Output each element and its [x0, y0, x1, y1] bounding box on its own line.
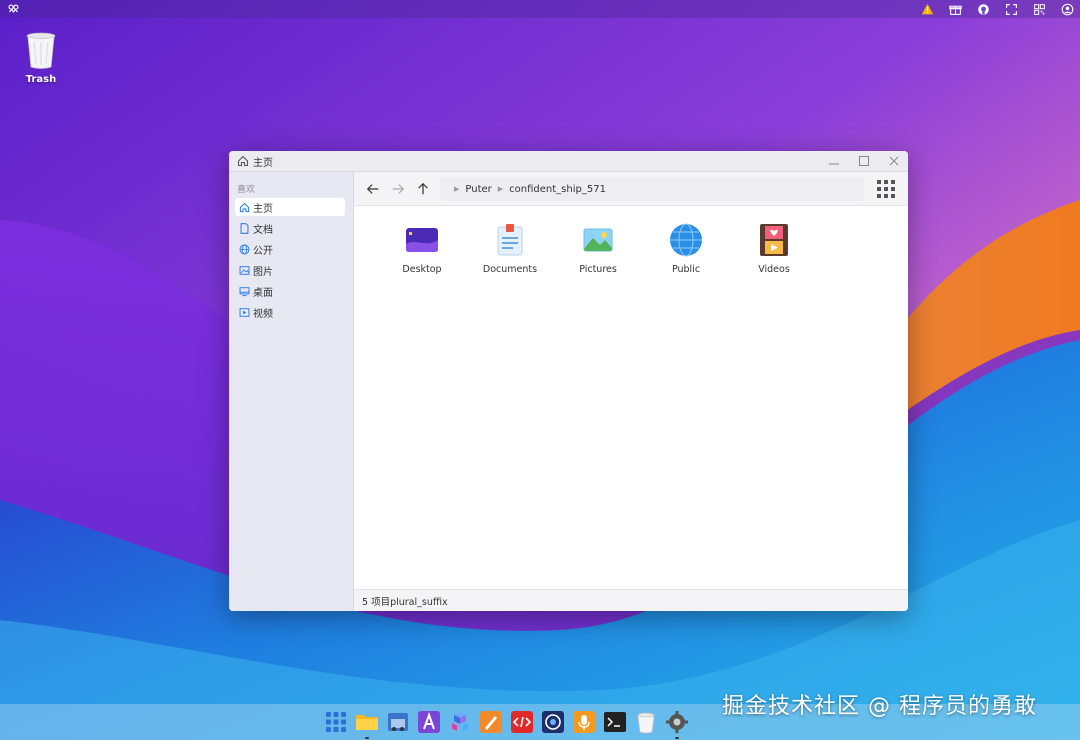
back-button[interactable] [362, 178, 384, 200]
folder-item-desktop[interactable]: Desktop [378, 222, 466, 275]
view-toggle-button[interactable] [876, 179, 896, 199]
sidebar-section-favorites: 喜欢 [237, 185, 256, 195]
watermark-text: 掘金技术社区 @ 程序员的勇敢 [722, 694, 1037, 719]
breadcrumb-separator-icon: ▶ [497, 185, 504, 193]
window-title: 主页 [253, 157, 273, 169]
dock-paint-app[interactable] [479, 710, 503, 734]
arrow-left-icon [366, 183, 379, 194]
sidebar-item-videos[interactable]: 视频 [235, 303, 345, 321]
item-count-label: 5 项目plural_suffix [362, 596, 448, 608]
folder-name: Documents [482, 264, 538, 275]
folder-item-public[interactable]: Public [642, 222, 730, 275]
arrow-up-icon [418, 182, 428, 194]
public-folder-icon [670, 223, 702, 257]
sidebar-item-public[interactable]: 公开 [235, 240, 345, 258]
letter-a-icon [418, 711, 440, 733]
github-icon[interactable] [976, 2, 990, 16]
folder-item-documents[interactable]: Documents [466, 222, 554, 275]
qrcode-icon[interactable] [1032, 2, 1046, 16]
dock-blocks-app[interactable] [448, 710, 472, 734]
close-button[interactable] [886, 154, 902, 168]
dock-trash[interactable] [634, 710, 658, 734]
terminal-icon [604, 712, 626, 732]
breadcrumb: ▶ Puter ▶ confident_ship_571 [440, 177, 864, 201]
globe-icon [239, 244, 250, 254]
breadcrumb-separator-icon: ▶ [454, 185, 460, 193]
microphone-icon [573, 711, 595, 733]
puter-logo-icon[interactable] [6, 2, 20, 16]
sidebar-item-label: 桌面 [253, 287, 273, 299]
sidebar-item-label: 视频 [253, 308, 273, 320]
code-icon [511, 711, 533, 733]
window-titlebar[interactable]: 主页 [229, 151, 908, 172]
grid-apps-icon [326, 712, 346, 732]
dock-app-store[interactable] [386, 710, 410, 734]
trash-label: Trash [25, 74, 57, 85]
pictures-folder-icon [583, 228, 613, 252]
cubes-icon [452, 712, 468, 731]
video-icon [239, 307, 250, 317]
folder-item-pictures[interactable]: Pictures [554, 222, 642, 275]
sidebar-item-desktop[interactable]: 桌面 [235, 282, 345, 300]
dock-terminal[interactable] [603, 710, 627, 734]
file-explorer-window: 主页 喜欢 主页 文档 公开 图片 桌面 视频 ▶ Puter ▶ confid… [229, 151, 908, 611]
videos-folder-icon [760, 224, 788, 256]
trash-icon [26, 32, 56, 69]
forward-button[interactable] [387, 178, 409, 200]
breadcrumb-item-puter[interactable]: Puter [465, 184, 491, 195]
grid-view-icon [877, 180, 895, 198]
up-button[interactable] [412, 178, 434, 200]
document-icon [240, 222, 249, 234]
dock-settings[interactable] [665, 710, 689, 739]
top-bar [0, 0, 1080, 18]
dock-recorder-app[interactable] [572, 710, 596, 734]
sidebar-item-label: 图片 [253, 266, 273, 278]
status-bar: 5 项目plural_suffix [354, 589, 908, 611]
maximize-button[interactable] [856, 154, 872, 168]
dock [324, 710, 689, 739]
sidebar-item-label: 主页 [253, 203, 273, 215]
folder-name: Videos [758, 264, 790, 275]
folder-name: Desktop [402, 264, 442, 275]
app-launcher-button[interactable] [324, 710, 348, 734]
gift-icon[interactable] [948, 2, 962, 16]
sidebar-item-home[interactable]: 主页 [235, 198, 345, 216]
dock-text-editor[interactable] [417, 710, 441, 734]
dock-camera-app[interactable] [541, 710, 565, 734]
breadcrumb-item-user[interactable]: confident_ship_571 [509, 184, 606, 195]
sidebar-item-label: 公开 [253, 245, 273, 257]
home-icon [237, 155, 249, 167]
file-list-area[interactable]: Desktop Documents Pictures Public Videos [354, 206, 908, 589]
folder-name: Public [671, 264, 701, 275]
sidebar: 喜欢 主页 文档 公开 图片 桌面 视频 [229, 172, 354, 611]
minimize-button[interactable] [826, 154, 842, 168]
running-indicator [365, 737, 369, 739]
home-icon [239, 202, 250, 212]
desktop-folder-icon [406, 228, 438, 252]
folder-item-videos[interactable]: Videos [730, 222, 818, 275]
folder-name: Pictures [579, 264, 617, 275]
user-account-icon[interactable] [1060, 2, 1074, 16]
desktop-trash[interactable]: Trash [18, 30, 64, 85]
gear-icon [666, 711, 688, 733]
window-toolbar: ▶ Puter ▶ confident_ship_571 [354, 172, 908, 206]
dock-file-explorer[interactable] [355, 710, 379, 739]
camera-icon [542, 711, 564, 733]
sidebar-item-label: 文档 [253, 224, 273, 236]
store-icon [388, 713, 408, 731]
sidebar-item-documents[interactable]: 文档 [235, 219, 345, 237]
sidebar-item-pictures[interactable]: 图片 [235, 261, 345, 279]
monitor-icon [239, 286, 250, 296]
running-indicator [675, 737, 679, 739]
trash-icon [637, 712, 655, 734]
arrow-right-icon [392, 183, 405, 194]
brush-icon [480, 711, 502, 733]
dock-code-editor[interactable] [510, 710, 534, 734]
warning-icon[interactable] [920, 2, 934, 16]
documents-folder-icon [497, 224, 523, 256]
folder-icon [356, 715, 378, 730]
image-icon [239, 265, 250, 275]
fullscreen-icon[interactable] [1004, 2, 1018, 16]
